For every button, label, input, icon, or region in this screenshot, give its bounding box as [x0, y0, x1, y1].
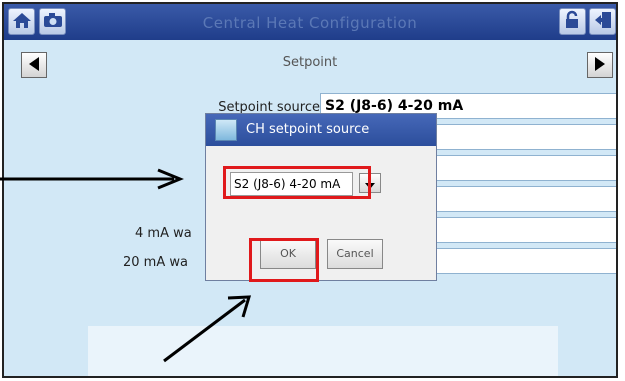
next-page-button[interactable]: [587, 52, 613, 78]
20ma-water-label: 20 mA wa: [123, 255, 188, 270]
exit-door-icon: [593, 10, 613, 34]
arrow-right-icon: [594, 56, 606, 75]
cancel-button[interactable]: Cancel: [327, 239, 383, 269]
dialog-title-bar: CH setpoint source: [206, 114, 436, 146]
setpoint-source-value: S2 (J8-6) 4-20 mA: [325, 98, 464, 114]
dialog-title: CH setpoint source: [246, 122, 370, 137]
select-highlight-box: [223, 166, 371, 199]
title-bar: Central Heat Configuration: [4, 4, 616, 40]
4ma-water-label: 4 mA wa: [135, 226, 192, 241]
ok-highlight-box: [249, 238, 319, 282]
window-title: Central Heat Configuration: [202, 14, 418, 32]
dialog-app-icon: [215, 119, 237, 141]
unlock-icon: [563, 10, 583, 34]
exit-button[interactable]: [589, 8, 616, 35]
unlock-button[interactable]: [559, 8, 586, 35]
section-title: Setpoint: [282, 55, 338, 70]
footer-panel: [88, 326, 558, 376]
app-screen: Central Heat Configuration Setpoint Setp…: [2, 2, 618, 378]
